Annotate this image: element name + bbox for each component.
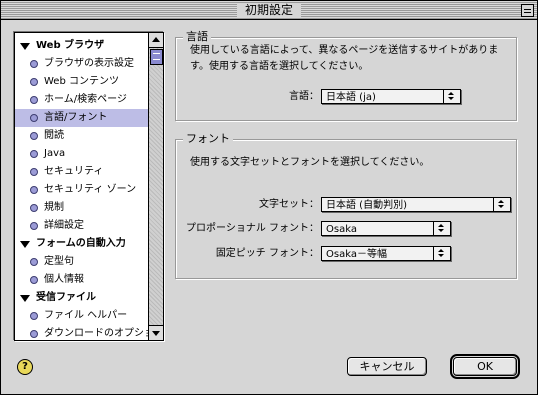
bullet-icon bbox=[30, 96, 38, 104]
sidebar-item-label: セキュリティ bbox=[44, 166, 104, 177]
proportional-font-label: プロポーショナル フォント： bbox=[186, 223, 319, 234]
popup-arrows-icon bbox=[493, 198, 510, 211]
charset-select[interactable]: 日本語 (自動判別) bbox=[321, 197, 511, 212]
bullet-icon bbox=[30, 312, 38, 320]
popup-arrows-icon bbox=[433, 247, 450, 260]
sidebar-item[interactable]: Java bbox=[15, 145, 148, 163]
charset-label: 文字セット： bbox=[259, 199, 319, 210]
bullet-icon bbox=[30, 60, 38, 68]
proportional-font-value: Osaka bbox=[326, 224, 357, 235]
bullet-icon bbox=[30, 222, 38, 230]
help-icon[interactable]: ? bbox=[17, 359, 33, 375]
fixed-font-value: Osaka－等幅 bbox=[326, 249, 387, 260]
disclosure-triangle-icon[interactable] bbox=[20, 295, 30, 302]
bullet-icon bbox=[30, 168, 38, 176]
sidebar-item-label: Web コンテンツ bbox=[44, 76, 119, 87]
sidebar-item-label: セキュリティ ゾーン bbox=[44, 184, 137, 195]
sidebar-item-label: 定型句 bbox=[44, 256, 74, 267]
proportional-font-select[interactable]: Osaka bbox=[321, 221, 451, 236]
sidebar-item[interactable]: ブラウザの表示設定 bbox=[15, 55, 148, 73]
bullet-icon bbox=[30, 78, 38, 86]
bullet-icon bbox=[30, 330, 38, 338]
sidebar-item[interactable]: セキュリティ bbox=[15, 163, 148, 181]
scroll-track[interactable] bbox=[149, 48, 163, 325]
category-header[interactable]: 受信ファイル bbox=[15, 289, 148, 307]
sidebar-item-label: Web ブラウザ bbox=[36, 40, 105, 51]
sidebar-scrollbar[interactable] bbox=[148, 33, 163, 340]
bullet-icon bbox=[30, 132, 38, 140]
sidebar-item-label: 受信ファイル bbox=[36, 292, 96, 303]
cancel-button[interactable]: キャンセル bbox=[347, 357, 427, 376]
ok-button[interactable]: OK bbox=[450, 354, 520, 379]
sidebar-item[interactable]: ダウンロードのオプション bbox=[15, 325, 148, 340]
disclosure-triangle-icon[interactable] bbox=[20, 43, 30, 50]
sidebar-item-label: ファイル ヘルパー bbox=[44, 310, 128, 321]
bullet-icon bbox=[30, 114, 38, 122]
title-bar[interactable]: 初期設定 bbox=[1, 1, 537, 20]
scroll-down-arrow-icon[interactable] bbox=[149, 325, 163, 340]
sidebar-item[interactable]: 言語/フォント bbox=[15, 109, 148, 127]
sidebar-item-label: ホーム/検索ページ bbox=[44, 94, 127, 105]
font-group-title: フォント bbox=[183, 132, 233, 145]
sidebar-item[interactable]: セキュリティ ゾーン bbox=[15, 181, 148, 199]
sidebar-item-label: 詳細設定 bbox=[44, 220, 84, 231]
charset-select-value: 日本語 (自動判別) bbox=[326, 200, 407, 211]
language-group-title: 言語 bbox=[183, 30, 211, 43]
category-list: Web ブラウザブラウザの表示設定 Web コンテンツ ホーム/検索ページ 言語/フォ… bbox=[14, 32, 164, 341]
collapse-box-icon[interactable] bbox=[521, 4, 534, 17]
scroll-thumb[interactable] bbox=[150, 49, 163, 65]
bullet-icon bbox=[30, 186, 38, 194]
sidebar-item-label: フォームの自動入力 bbox=[36, 238, 126, 249]
sidebar-item-label: Java bbox=[44, 148, 66, 159]
language-label: 言語： bbox=[289, 91, 319, 102]
sidebar-item-label: 個人情報 bbox=[44, 274, 84, 285]
sidebar-item[interactable]: 個人情報 bbox=[15, 271, 148, 289]
preferences-window: 初期設定 Web ブラウザブラウザの表示設定 Web コンテンツ ホーム/検索ページ… bbox=[0, 0, 538, 395]
popup-arrows-icon bbox=[433, 222, 450, 235]
category-header[interactable]: フォームの自動入力 bbox=[15, 235, 148, 253]
sidebar-item-label: 言語/フォント bbox=[44, 112, 108, 123]
sidebar-item-label: 閲読 bbox=[44, 130, 64, 141]
bullet-icon bbox=[30, 204, 38, 212]
language-select[interactable]: 日本語 (ja) bbox=[321, 89, 461, 104]
category-list-items: Web ブラウザブラウザの表示設定 Web コンテンツ ホーム/検索ページ 言語/フォ… bbox=[15, 33, 148, 340]
sidebar-item[interactable]: Web コンテンツ bbox=[15, 73, 148, 91]
fixed-font-select[interactable]: Osaka－等幅 bbox=[321, 246, 451, 261]
sidebar-item[interactable]: 詳細設定 bbox=[15, 217, 148, 235]
language-select-value: 日本語 (ja) bbox=[326, 92, 376, 103]
bullet-icon bbox=[30, 150, 38, 158]
category-header[interactable]: Web ブラウザ bbox=[15, 37, 148, 55]
font-description: 使用する文字セットとフォントを選択してください。 bbox=[190, 157, 430, 168]
sidebar-item[interactable]: 規制 bbox=[15, 199, 148, 217]
sidebar-item[interactable]: ホーム/検索ページ bbox=[15, 91, 148, 109]
scroll-up-arrow-icon[interactable] bbox=[149, 33, 163, 48]
sidebar-item[interactable]: ファイル ヘルパー bbox=[15, 307, 148, 325]
popup-arrows-icon bbox=[443, 90, 460, 103]
window-title: 初期設定 bbox=[236, 3, 302, 17]
disclosure-triangle-icon[interactable] bbox=[20, 241, 30, 248]
language-description: 使用している言語によって、異なるページを送信するサイトがありま す。使用する言語… bbox=[190, 45, 499, 72]
sidebar-item-label: ブラウザの表示設定 bbox=[44, 58, 134, 69]
sidebar-item[interactable]: 定型句 bbox=[15, 253, 148, 271]
sidebar-item[interactable]: 閲読 bbox=[15, 127, 148, 145]
bullet-icon bbox=[30, 276, 38, 284]
bullet-icon bbox=[30, 258, 38, 266]
sidebar-item-label: 規制 bbox=[44, 202, 64, 213]
fixed-font-label: 固定ピッチ フォント： bbox=[215, 248, 319, 259]
sidebar-item-label: ダウンロードのオプション bbox=[44, 328, 148, 339]
